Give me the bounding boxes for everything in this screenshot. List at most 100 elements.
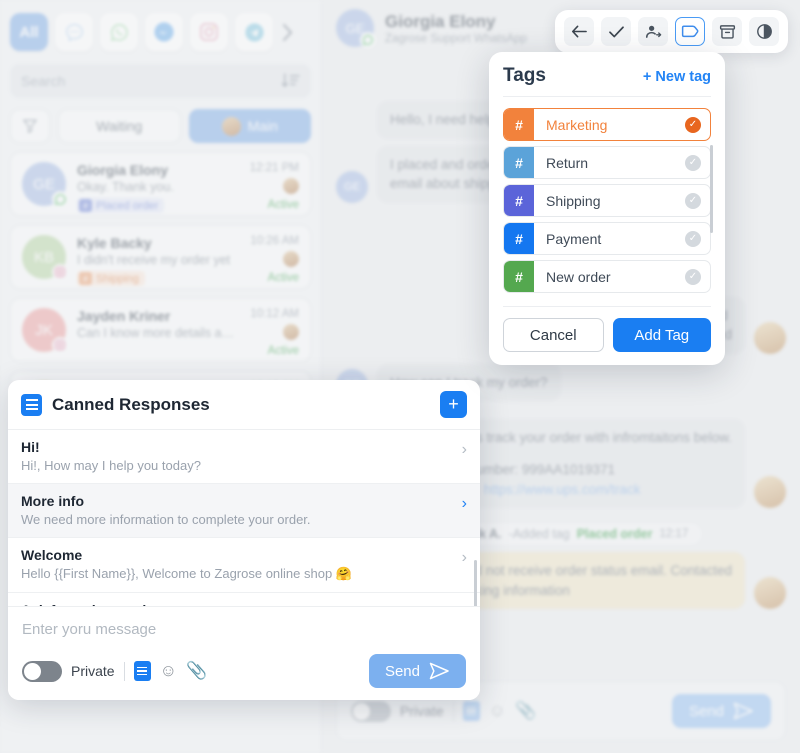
private-toggle[interactable] <box>22 660 62 682</box>
private-toggle[interactable] <box>351 700 391 722</box>
avatar: GE <box>22 162 68 207</box>
telegram-icon <box>244 22 264 42</box>
archive-icon <box>719 24 735 39</box>
tag-option-return[interactable]: # Return ✓ <box>503 146 711 179</box>
list-item[interactable]: GE Giorgia Elony Okay. Thank you. # Plac… <box>10 152 311 216</box>
search-input[interactable]: Search <box>10 64 311 98</box>
list-item-tag: Placed order <box>96 199 159 212</box>
tag-label: Shipping <box>546 192 601 209</box>
add-canned-response-button[interactable]: + <box>440 391 467 418</box>
resolve-check-icon <box>608 25 624 37</box>
canned-responses-icon[interactable] <box>462 701 480 721</box>
app-root: All Search Waiting Main GE Giorgia Elony… <box>0 0 800 753</box>
tag-icon <box>681 25 698 38</box>
message-tracking-number: umber: 999AA1019371 <box>476 461 615 477</box>
tag-option-payment[interactable]: # Payment ✓ <box>503 222 711 255</box>
channel-filter-all[interactable]: All <box>10 13 48 51</box>
add-tag-button[interactable]: Add Tag <box>612 318 711 352</box>
activity-action: -Added tag <box>508 527 570 542</box>
attachment-icon[interactable]: 📎 <box>515 701 536 721</box>
chevron-right-icon: › <box>461 549 467 566</box>
avatar-initials: GE <box>33 175 55 193</box>
back-button[interactable] <box>564 17 594 46</box>
list-item-preview: Can I know more details about this phone… <box>77 326 239 340</box>
tag-option-shipping[interactable]: # Shipping ✓ <box>503 184 711 217</box>
send-icon <box>429 662 449 680</box>
conversation-filter-row: Waiting Main <box>10 109 311 143</box>
canned-responses-title: Canned Responses <box>52 394 210 414</box>
message-bubble: s track your order with infromtaitons be… <box>476 430 732 446</box>
status-badge: # Placed order <box>77 198 165 213</box>
avatar <box>283 251 299 267</box>
archive-button[interactable] <box>712 17 742 46</box>
send-label: Send <box>688 702 724 720</box>
list-item-preview: Okay. Thank you. <box>77 180 174 194</box>
list-item[interactable]: Hi! Hi!, How may I help you today? › <box>8 430 480 484</box>
cancel-button[interactable]: Cancel <box>503 318 604 352</box>
tag-checkbox[interactable]: ✓ <box>685 223 710 254</box>
tag-option-marketing[interactable]: # Marketing ✓ <box>503 108 711 141</box>
contrast-button[interactable] <box>749 17 779 46</box>
filter-waiting-tab[interactable]: Waiting <box>58 109 181 143</box>
canned-responses-header: Canned Responses + <box>8 380 480 430</box>
new-tag-button[interactable]: + New tag <box>643 69 711 85</box>
instagram-icon <box>52 337 68 353</box>
whatsapp-icon <box>52 191 68 207</box>
hash-icon: # <box>504 147 534 178</box>
tag-option-new-order[interactable]: # New order ✓ <box>503 260 711 293</box>
channel-filter-telegram[interactable] <box>235 13 273 51</box>
message-input[interactable]: Enter yoru message <box>22 619 466 654</box>
list-item-time: 10:26 AM <box>250 235 299 247</box>
tag-list-scrollbar[interactable] <box>710 145 713 233</box>
emoji-icon[interactable]: ☺ <box>160 661 177 681</box>
channel-next-button[interactable] <box>280 23 294 42</box>
private-label: Private <box>71 663 115 679</box>
tag-button[interactable] <box>675 17 705 46</box>
private-note-bubble: d not receive order status email. Contac… <box>461 552 745 610</box>
send-button[interactable]: Send <box>671 694 771 728</box>
activity-log-pill: aluk A. -Added tag Placed order 12:17 <box>446 522 704 547</box>
tags-dialog-footer: Cancel Add Tag <box>503 306 711 352</box>
list-item[interactable]: Welcome Hello {{First Name}}, Welcome to… <box>8 538 480 593</box>
tag-checkbox[interactable]: ✓ <box>685 185 710 216</box>
tag-checkbox[interactable]: ✓ <box>685 261 710 292</box>
list-item-time: 12:21 PM <box>249 162 299 174</box>
whatsapp-icon <box>360 32 376 48</box>
tag-label: New order <box>546 268 611 285</box>
list-item-name: Kyle Backy <box>77 235 152 251</box>
emoji-icon[interactable]: ☺ <box>489 701 506 721</box>
channel-all-label: All <box>19 23 39 41</box>
filter-funnel-button[interactable] <box>10 109 50 143</box>
list-item[interactable]: Ask for order number I can surely help y… <box>8 593 480 606</box>
sort-descending-icon[interactable] <box>281 73 300 89</box>
resolve-button[interactable] <box>601 17 631 46</box>
private-label: Private <box>400 703 444 719</box>
status-badge: # Shipping <box>77 271 145 286</box>
assign-button[interactable] <box>638 17 668 46</box>
canned-responses-icon[interactable] <box>133 661 151 681</box>
list-item[interactable]: KB Kyle Backy I didn't receive my order … <box>10 225 311 289</box>
avatar <box>221 116 241 136</box>
canned-list-scrollbar[interactable] <box>474 560 477 606</box>
filter-main-tab[interactable]: Main <box>188 109 311 143</box>
tracking-link[interactable]: : https://www.ups.com/track <box>476 482 640 497</box>
avatar: JK <box>22 308 68 353</box>
list-item-time: 10:12 AM <box>250 308 299 320</box>
channel-filter-livechat[interactable] <box>55 13 93 51</box>
instagram-icon <box>52 264 68 280</box>
tags-dialog: Tags + New tag # Marketing ✓ # Return ✓ … <box>489 52 725 365</box>
channel-filter-whatsapp[interactable] <box>100 13 138 51</box>
list-item[interactable]: More info We need more information to co… <box>8 484 480 538</box>
send-label: Send <box>384 662 420 680</box>
channel-filter-instagram[interactable] <box>190 13 228 51</box>
tag-checkbox[interactable]: ✓ <box>685 109 710 140</box>
avatar-initials: GE <box>344 180 360 193</box>
hash-icon: # <box>504 223 534 254</box>
tag-label: Return <box>546 154 589 171</box>
chat-channel-subtitle: Zagrose Support WhatsApp <box>385 32 527 45</box>
list-item[interactable]: JK Jayden Kriner Can I know more details… <box>10 298 311 362</box>
attachment-icon[interactable]: 📎 <box>186 661 207 681</box>
channel-filter-messenger[interactable] <box>145 13 183 51</box>
send-button[interactable]: Send <box>368 654 466 688</box>
tag-checkbox[interactable]: ✓ <box>685 147 710 178</box>
